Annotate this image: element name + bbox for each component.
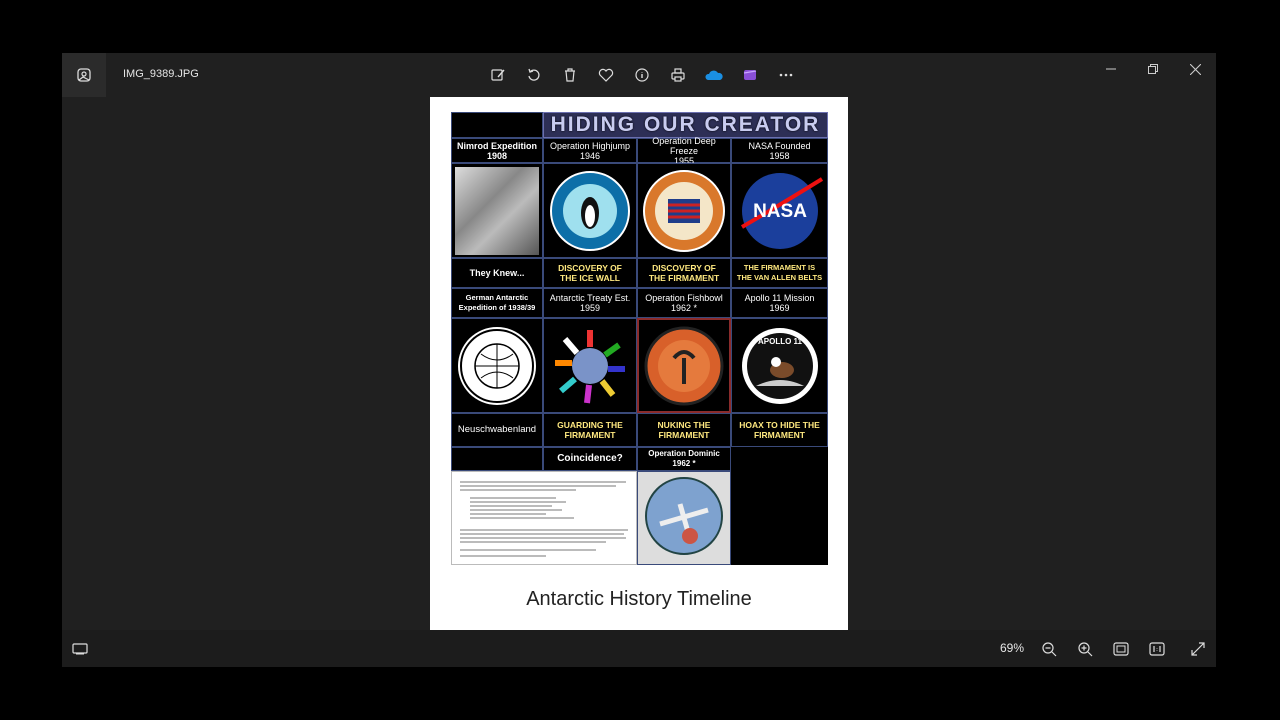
- van-allen-caption: THE FIRMAMENT IS THE VAN ALLEN BELTS: [731, 258, 828, 288]
- german-expedition-label: German Antarctic Expedition of 1938/39: [451, 288, 543, 318]
- rotate-icon[interactable]: [522, 63, 546, 87]
- title-bar: IMG_9389.JPG: [62, 53, 1216, 97]
- photo-page: HIDING OUR CREATOR Nimrod Expedition 190…: [430, 97, 848, 630]
- highjump-label: Operation Highjump 1946: [543, 138, 637, 163]
- german-expedition-seal: [451, 318, 543, 413]
- edit-image-icon[interactable]: [486, 63, 510, 87]
- document-excerpt: [451, 471, 637, 565]
- poster-title: HIDING OUR CREATOR: [543, 112, 828, 138]
- deepfreeze-label: Operation Deep Freeze 1955: [637, 136, 731, 166]
- empty-cell: [451, 447, 543, 471]
- apollo-patch-text: APOLLO 11: [757, 337, 802, 346]
- apollo-patch: APOLLO 11: [731, 318, 828, 413]
- treaty-flags-image: [543, 318, 637, 413]
- bottom-bar: 69%: [62, 630, 1216, 667]
- poster-image: HIDING OUR CREATOR Nimrod Expedition 190…: [451, 112, 828, 565]
- nimrod-label: Nimrod Expedition 1908: [451, 138, 543, 163]
- neuschwabenland-caption: Neuschwabenland: [451, 413, 543, 447]
- zoom-in-icon[interactable]: [1075, 639, 1095, 659]
- dominic-label: Operation Dominic 1962 *: [637, 447, 731, 471]
- hoax-caption: HOAX TO HIDE THE FIRMAMENT: [731, 413, 828, 447]
- nasa-founded-label: NASA Founded 1958: [731, 138, 828, 163]
- fishbowl-patch: [637, 318, 731, 413]
- filmstrip-icon[interactable]: [70, 639, 90, 659]
- nasa-logo: NASA: [731, 163, 828, 258]
- coincidence-label: Coincidence?: [543, 447, 637, 471]
- full-screen-icon[interactable]: [1188, 639, 1208, 659]
- delete-icon[interactable]: [558, 63, 582, 87]
- guarding-caption: GUARDING THE FIRMAMENT: [543, 413, 637, 447]
- minimize-button[interactable]: [1096, 59, 1126, 79]
- photos-app-icon[interactable]: [62, 53, 106, 97]
- nuking-caption: NUKING THE FIRMAMENT: [637, 413, 731, 447]
- photos-window: IMG_9389.JPG HIDING OUR CREATOR Nimrod E…: [62, 53, 1216, 667]
- fishbowl-label: Operation Fishbowl 1962 *: [637, 288, 731, 318]
- toolbar: [486, 63, 798, 87]
- treaty-label: Antarctic Treaty Est. 1959: [543, 288, 637, 318]
- info-icon[interactable]: [630, 63, 654, 87]
- fit-to-window-icon[interactable]: [1111, 639, 1131, 659]
- restore-button[interactable]: [1138, 59, 1168, 79]
- firmament-discovery-caption: DISCOVERY OF THE FIRMAMENT: [637, 258, 731, 288]
- onedrive-icon[interactable]: [702, 63, 726, 87]
- photo-caption: Antarctic History Timeline: [526, 588, 752, 610]
- close-button[interactable]: [1180, 59, 1210, 79]
- they-knew-caption: They Knew...: [451, 258, 543, 288]
- nasa-logo-text: NASA: [753, 201, 807, 222]
- zoom-level: 69%: [1000, 641, 1025, 655]
- apollo-label: Apollo 11 Mission 1969: [731, 288, 828, 318]
- favorite-icon[interactable]: [594, 63, 618, 87]
- dominic-patch: [637, 471, 731, 565]
- file-name: IMG_9389.JPG: [123, 68, 199, 80]
- print-icon[interactable]: [666, 63, 690, 87]
- actual-size-icon[interactable]: [1147, 639, 1167, 659]
- deepfreeze-patch: [637, 163, 731, 258]
- image-viewport[interactable]: HIDING OUR CREATOR Nimrod Expedition 190…: [62, 97, 1216, 630]
- clipchamp-icon[interactable]: [738, 63, 762, 87]
- ice-wall-caption: DISCOVERY OF THE ICE WALL: [543, 258, 637, 288]
- zoom-out-icon[interactable]: [1039, 639, 1059, 659]
- nimrod-photo: [451, 163, 543, 258]
- more-icon[interactable]: [774, 63, 798, 87]
- poster-corner: [451, 112, 543, 138]
- highjump-patch: [543, 163, 637, 258]
